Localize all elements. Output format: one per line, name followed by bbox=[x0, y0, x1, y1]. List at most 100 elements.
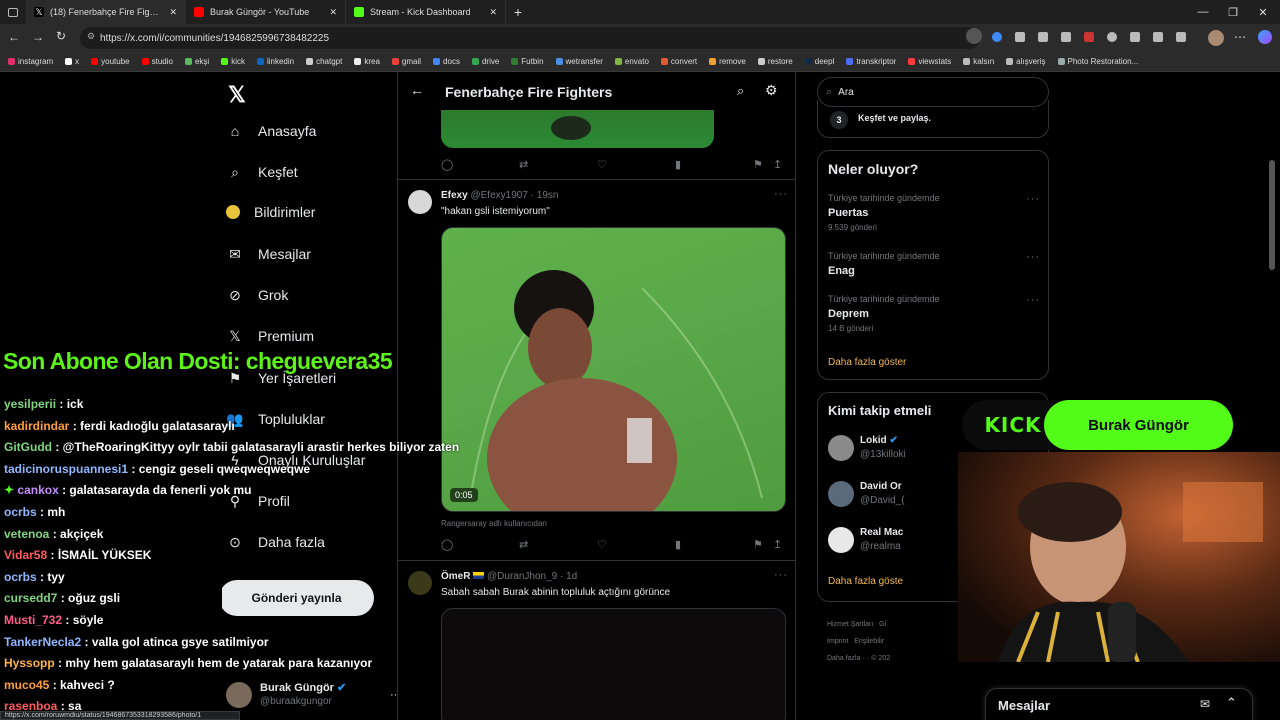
post-image[interactable] bbox=[441, 110, 714, 148]
bookmark-item[interactable]: Futbin bbox=[511, 57, 544, 66]
nav-item-more-circle[interactable]: ⊙ Daha fazla bbox=[226, 533, 325, 551]
bookmark-item[interactable]: gmail bbox=[391, 57, 421, 66]
favorite-star-icon[interactable] bbox=[966, 28, 982, 44]
bookmark-item[interactable]: kalsın bbox=[963, 57, 994, 66]
post-button[interactable]: Gönderi yayınla bbox=[219, 580, 374, 616]
bookmark-item[interactable]: kick bbox=[221, 57, 245, 66]
maximize-icon[interactable]: ❐ bbox=[1218, 0, 1248, 24]
trend-item[interactable]: Türkiye tarihinde gündemde Enag ··· bbox=[828, 251, 1040, 277]
views-icon[interactable]: ▮ bbox=[675, 158, 681, 171]
bookmark-icon[interactable]: ⚑ bbox=[753, 538, 763, 551]
bookmark-item[interactable]: deepl bbox=[804, 57, 834, 66]
page-scrollbar[interactable] bbox=[1269, 160, 1275, 270]
bookmark-item[interactable]: krea bbox=[354, 57, 380, 66]
new-tab-icon[interactable]: + bbox=[506, 4, 530, 20]
follow-more-link[interactable]: Daha fazla göste bbox=[828, 576, 903, 587]
close-window-icon[interactable]: ✕ bbox=[1248, 0, 1278, 24]
repost-icon[interactable]: ⇄ bbox=[519, 538, 528, 551]
bookmark-icon[interactable]: ⚑ bbox=[753, 158, 763, 171]
close-tab-icon[interactable]: ✕ bbox=[329, 7, 337, 18]
bookmark-item[interactable]: envato bbox=[614, 57, 649, 66]
nav-item-search[interactable]: ⌕ Keşfet bbox=[226, 163, 298, 181]
post-handle[interactable]: @Efexy1907 bbox=[470, 190, 527, 201]
more-icon[interactable]: ··· bbox=[774, 569, 788, 581]
bookmark-item[interactable]: youtube bbox=[91, 57, 130, 66]
reply-icon[interactable]: ◯ bbox=[441, 538, 453, 551]
bookmark-item[interactable]: restore bbox=[757, 57, 793, 66]
nav-item-mail[interactable]: ✉ Mesajlar bbox=[226, 245, 311, 263]
account-switcher[interactable]: Burak Güngör ✔ @buraakgungor ··· bbox=[226, 678, 401, 712]
share-icon[interactable]: ↥ bbox=[773, 538, 782, 551]
post-author[interactable]: Efexy bbox=[441, 190, 468, 201]
trend-item[interactable]: Türkiye tarihinde gündemde Puertas 9.539 g… bbox=[828, 193, 1040, 232]
browser-tab-x[interactable]: 𝕏 (18) Fenerbahçe Fire Fighters Top ✕ bbox=[26, 0, 186, 24]
bookmark-item[interactable]: studio bbox=[141, 57, 173, 66]
footer-link[interactable]: Gi bbox=[879, 621, 886, 628]
post-time[interactable]: 19sn bbox=[537, 190, 559, 201]
site-info-icon[interactable]: ⚙ bbox=[87, 31, 95, 42]
profile-avatar-icon[interactable] bbox=[1208, 30, 1224, 46]
x-logo-icon[interactable]: 𝕏 bbox=[228, 82, 246, 108]
video-source-caption[interactable]: Rangersaray adlı kullanıcıdan bbox=[441, 519, 547, 528]
guide-step-text[interactable]: Keşfet ve paylaş. bbox=[858, 113, 931, 123]
repost-icon[interactable]: ⇄ bbox=[519, 158, 528, 171]
nav-item-home[interactable]: ⌂ Anasayfa bbox=[226, 122, 317, 140]
messages-drawer[interactable]: Mesajlar ✉ ⌃ bbox=[985, 688, 1253, 720]
bookmark-item[interactable]: convert bbox=[660, 57, 697, 66]
nav-item-people[interactable]: 👥 Topluluklar bbox=[226, 410, 325, 428]
reply-icon[interactable]: ◯ bbox=[441, 158, 453, 171]
more-icon[interactable]: ··· bbox=[1026, 294, 1040, 306]
nav-item-bell[interactable]: Bildirimler bbox=[226, 204, 315, 220]
post-author[interactable]: ÖmeR bbox=[441, 571, 470, 582]
nav-item-grok[interactable]: ⊘ Grok bbox=[226, 286, 288, 304]
nav-item-x[interactable]: 𝕏 Premium bbox=[226, 327, 314, 345]
like-icon[interactable]: ♡ bbox=[597, 158, 607, 171]
minimize-icon[interactable]: — bbox=[1188, 0, 1218, 24]
post-video[interactable]: 0:05 bbox=[441, 227, 786, 512]
url-field[interactable]: ⚙ https://x.com/i/communities/1946825996… bbox=[80, 27, 980, 49]
bookmark-item[interactable]: ekşi bbox=[184, 57, 209, 66]
bookmark-item[interactable]: remove bbox=[709, 57, 746, 66]
back-arrow-icon[interactable]: ← bbox=[410, 82, 424, 98]
like-icon[interactable]: ♡ bbox=[597, 538, 607, 551]
share-icon[interactable]: ↥ bbox=[773, 158, 782, 171]
bookmark-item[interactable]: chatgpt bbox=[306, 57, 342, 66]
close-tab-icon[interactable]: ✕ bbox=[489, 7, 497, 18]
bookmark-item[interactable]: docs bbox=[433, 57, 460, 66]
more-icon[interactable]: ··· bbox=[774, 188, 788, 200]
footer-accessibility[interactable]: Erişilebilir bbox=[854, 638, 884, 645]
tab-actions-icon[interactable] bbox=[0, 0, 26, 24]
browser-tab-kick[interactable]: Stream - Kick Dashboard ✕ bbox=[346, 0, 506, 24]
footer-more[interactable]: Daha fazla bbox=[827, 655, 860, 662]
bookmark-item[interactable]: transkriptor bbox=[846, 57, 896, 66]
post-handle[interactable]: @DuranJhon_9 bbox=[487, 571, 557, 582]
bookmark-item[interactable]: linkedin bbox=[256, 57, 294, 66]
more-icon[interactable]: ··· bbox=[1026, 251, 1040, 263]
footer-terms[interactable]: Hizmet Şartları bbox=[827, 621, 873, 628]
trend-item[interactable]: Türkiye tarihinde gündemde Deprem 14 B gön… bbox=[828, 294, 1040, 333]
post-time[interactable]: 1d bbox=[566, 571, 577, 582]
bookmark-item[interactable]: wetransfer bbox=[555, 57, 603, 66]
bookmark-item[interactable]: instagram bbox=[8, 57, 53, 66]
expand-icon[interactable]: ⌃ bbox=[1226, 695, 1237, 711]
new-message-icon[interactable]: ✉ bbox=[1200, 697, 1210, 711]
footer-imprint[interactable]: Imprint bbox=[827, 638, 848, 645]
close-tab-icon[interactable]: ✕ bbox=[169, 7, 177, 18]
post-card[interactable]: ÖmeR @DuranJhon_9 · 1d ··· Sabah sabah B… bbox=[398, 561, 795, 720]
reload-icon[interactable]: ↻ bbox=[56, 29, 66, 43]
copilot-icon[interactable] bbox=[1258, 30, 1272, 44]
settings-gear-icon[interactable]: ⚙ bbox=[765, 82, 778, 99]
forward-icon[interactable]: → bbox=[32, 30, 44, 44]
search-icon[interactable]: ⌕ bbox=[737, 83, 744, 99]
bookmark-item[interactable]: x bbox=[65, 57, 79, 66]
show-more-link[interactable]: Daha fazla göster bbox=[828, 357, 906, 368]
post-media[interactable] bbox=[441, 608, 786, 720]
menu-dots-icon[interactable]: ⋯ bbox=[1234, 30, 1246, 44]
browser-tab-youtube[interactable]: Burak Güngör - YouTube ✕ bbox=[186, 0, 346, 24]
bookmark-item[interactable]: Photo Restoration... bbox=[1057, 57, 1138, 66]
bookmark-item[interactable]: viewstats bbox=[908, 57, 951, 66]
bookmark-item[interactable]: drive bbox=[471, 57, 499, 66]
post-card[interactable]: Efexy @Efexy1907 · 19sn ··· "hakan gsli … bbox=[398, 180, 795, 560]
bookmark-item[interactable]: alışveriş bbox=[1006, 57, 1046, 66]
more-icon[interactable]: ··· bbox=[1026, 193, 1040, 205]
